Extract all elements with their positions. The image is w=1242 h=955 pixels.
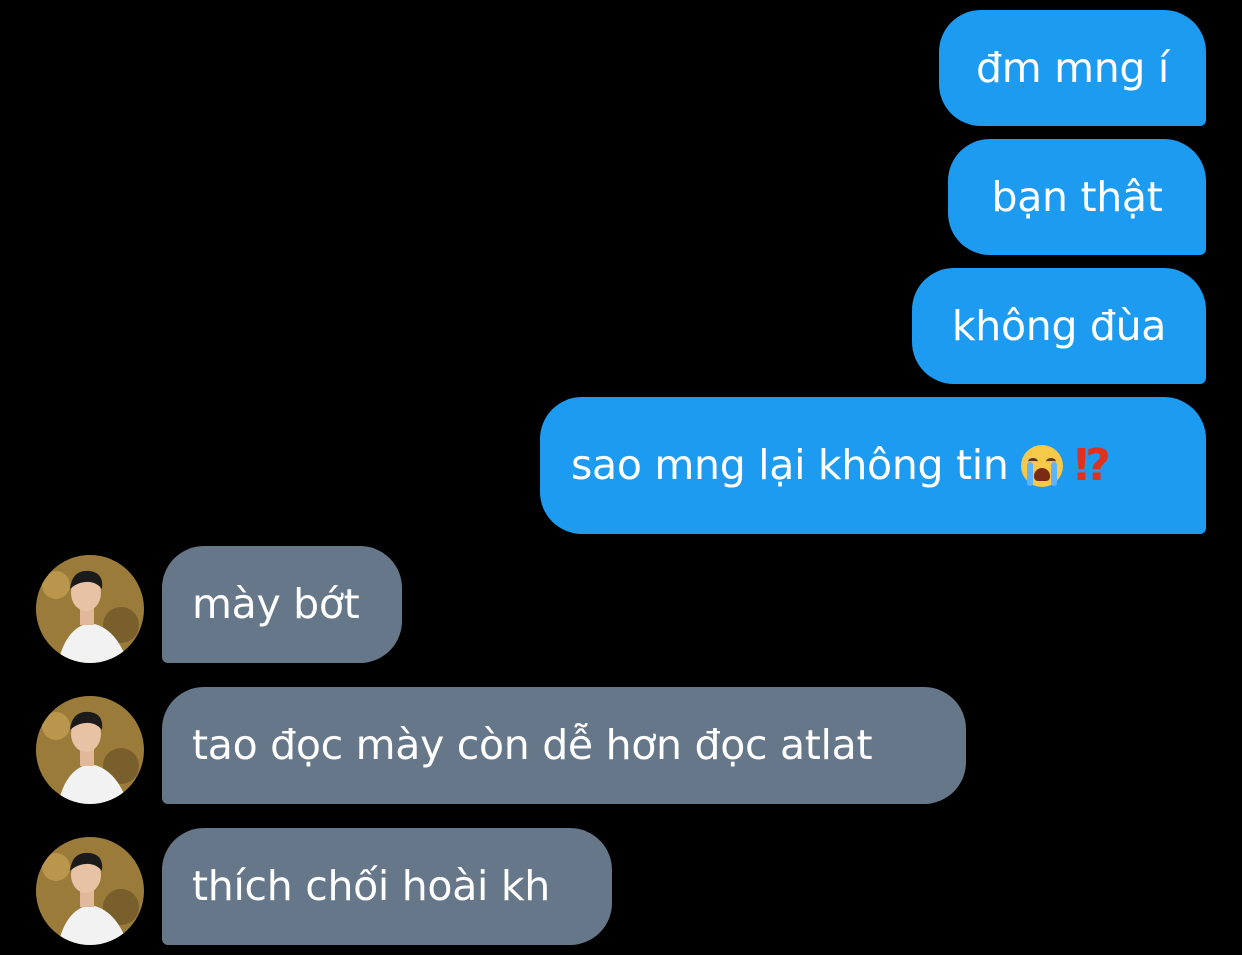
sent-message-bubble[interactable]: bạn thật [948, 139, 1206, 255]
message-text: đm mng í [976, 43, 1169, 92]
avatar[interactable] [36, 837, 144, 945]
message-text: sao mng lại không tin [571, 441, 1009, 489]
received-message-bubble[interactable]: tao đọc mày còn dễ hơn đọc atlat [162, 687, 966, 804]
sent-message-bubble[interactable]: đm mng í [939, 10, 1206, 126]
avatar[interactable] [36, 555, 144, 663]
message-text: không đùa [951, 301, 1167, 350]
message-text: tao đọc mày còn dễ hơn đọc atlat [192, 721, 873, 769]
avatar[interactable] [36, 696, 144, 804]
message-text: thích chối hoài kh [192, 862, 550, 910]
sent-message-bubble[interactable]: không đùa [912, 268, 1206, 384]
avatar-photo-icon [36, 696, 144, 804]
sent-message-bubble[interactable]: sao mng lại không tin ⁉ [540, 397, 1206, 534]
message-text: bạn thật [991, 172, 1163, 221]
avatar-photo-icon [36, 555, 144, 663]
received-message-bubble[interactable]: mày bớt [162, 546, 402, 663]
loudly-crying-face-icon [1020, 444, 1063, 487]
received-message-bubble[interactable]: thích chối hoài kh [162, 828, 612, 945]
message-text: mày bớt [192, 580, 360, 628]
avatar-photo-icon [36, 837, 144, 945]
exclamation-question-mark-icon: ⁉ [1074, 439, 1112, 491]
